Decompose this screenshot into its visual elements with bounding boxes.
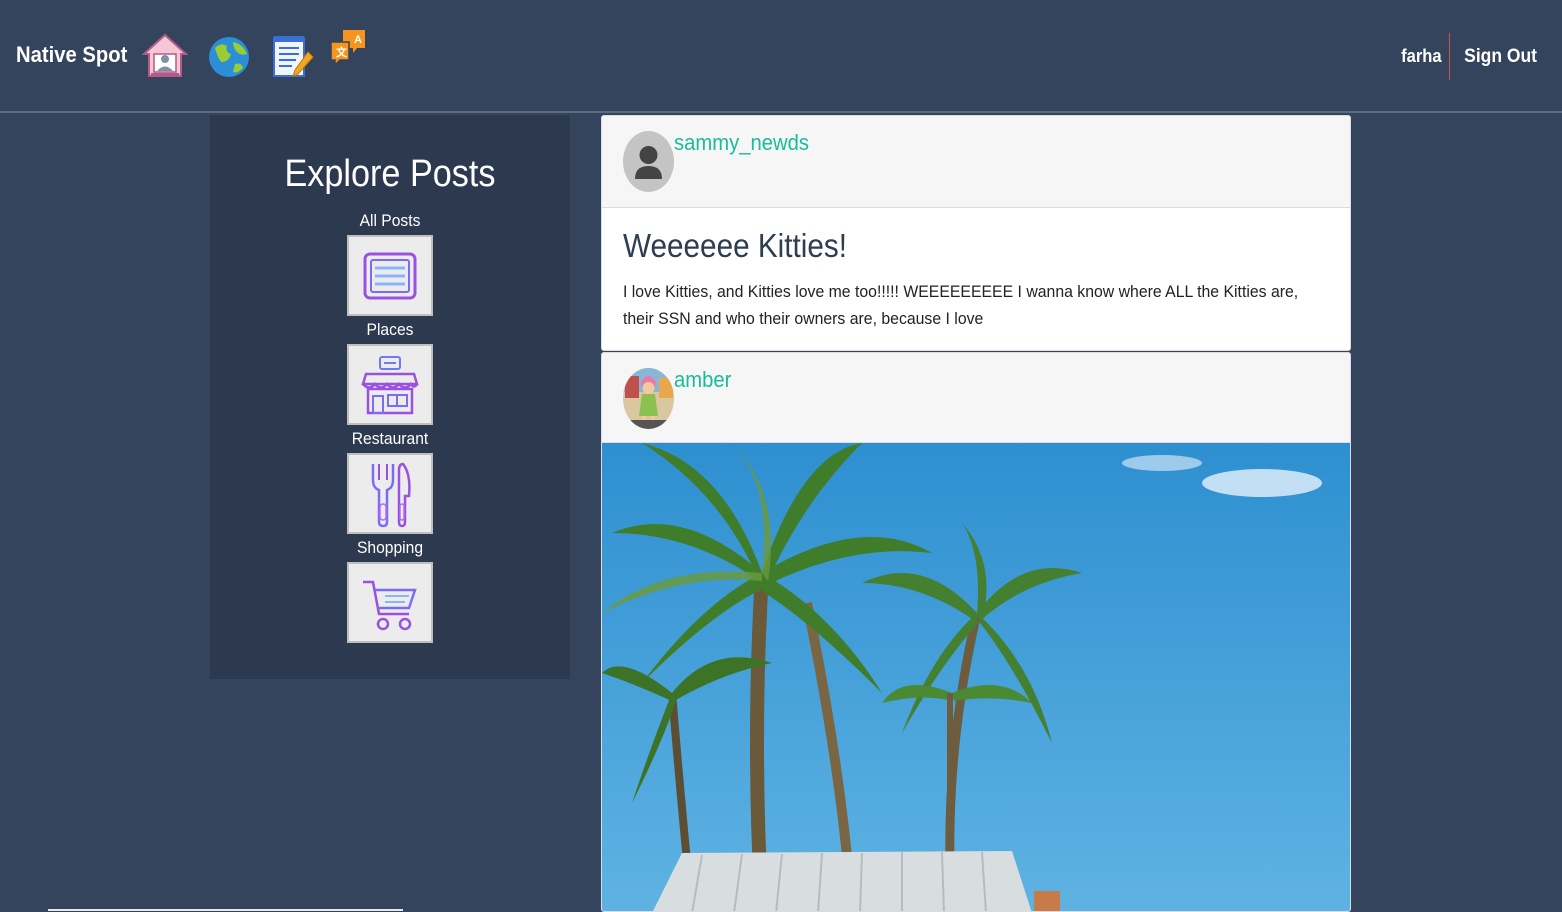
store-icon — [361, 355, 419, 414]
top-navbar: Native Spot A 文 farha Sign Out — [0, 0, 1562, 113]
category-label-shopping: Shopping — [356, 538, 424, 557]
list-icon — [363, 252, 417, 299]
post-title[interactable]: Weeeeee Kitties! — [623, 226, 1258, 266]
sign-out-link[interactable]: Sign Out — [1464, 46, 1537, 68]
cartoon-avatar[interactable] — [623, 368, 674, 429]
category-label-all-posts: All Posts — [359, 211, 421, 230]
post-text: I love Kitties, and Kitties love me too!… — [623, 282, 1299, 328]
chat-icon[interactable]: A 文 — [327, 26, 375, 74]
palm-tree-beach-photo[interactable] — [602, 443, 1351, 912]
category-button-shopping[interactable] — [347, 562, 433, 643]
svg-text:A: A — [354, 34, 362, 46]
category-button-all-posts[interactable] — [347, 235, 433, 316]
category-button-places[interactable] — [347, 344, 433, 425]
explore-sidebar: Explore Posts All Posts Places Restauran… — [210, 115, 570, 679]
sidebar-title: Explore Posts — [284, 153, 496, 195]
cart-icon — [363, 580, 417, 630]
post-body: Weeeeee Kitties! I love Kitties, and Kit… — [602, 208, 1350, 350]
post-author[interactable]: amber — [674, 367, 731, 393]
category-label-restaurant: Restaurant — [351, 429, 429, 448]
globe-icon[interactable] — [205, 32, 253, 80]
post-author[interactable]: sammy_newds — [674, 130, 809, 156]
post-card: sammy_newds Weeeeee Kitties! I love Kitt… — [601, 115, 1351, 351]
notepad-icon[interactable] — [268, 32, 316, 80]
svg-text:文: 文 — [336, 45, 348, 59]
post-header: amber — [602, 353, 1350, 443]
default-user-icon[interactable] — [623, 131, 674, 192]
username[interactable]: farha — [1401, 33, 1450, 80]
post-card: amber — [601, 352, 1351, 912]
home-icon[interactable] — [141, 32, 189, 80]
user-area: farha Sign Out — [1399, 33, 1540, 80]
category-label-places: Places — [366, 320, 414, 339]
fork-knife-icon — [371, 462, 411, 527]
post-header: sammy_newds — [602, 116, 1350, 208]
brand-link[interactable]: Native Spot — [16, 42, 127, 68]
category-button-restaurant[interactable] — [347, 453, 433, 534]
